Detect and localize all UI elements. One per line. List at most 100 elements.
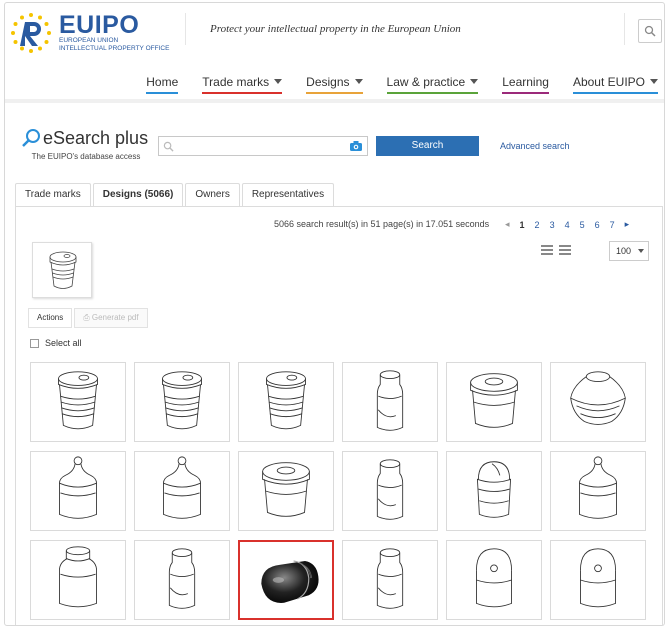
design-result-item[interactable] [30,362,126,442]
design-result-item[interactable] [30,451,126,531]
page-link[interactable]: 6 [595,220,600,230]
design-result-item[interactable] [550,451,646,531]
nav-item-label: About EUIPO [572,75,645,89]
brand-name: EUIPO [59,11,140,39]
design-result-item[interactable] [446,540,542,620]
page-link[interactable]: 4 [565,220,570,230]
search-button[interactable]: Search [376,136,479,156]
nav-underline [386,92,479,94]
tab-designs[interactable]: Designs (5066) [92,183,184,207]
esearch-logo: eSearch plus The EUIPO's database access [21,127,151,163]
design-result-item[interactable] [342,451,438,531]
select-all-label: Select all [45,338,82,348]
design-image [376,370,404,431]
nav-underline [202,92,283,94]
results-grid [30,362,646,620]
nav-item-about-euipo[interactable]: About EUIPO [572,75,658,94]
design-image [266,371,306,430]
design-image [580,548,616,608]
design-image [376,548,404,609]
results-info: 5066 search result(s) in 51 page(s) in 1… [274,219,490,229]
chevron-down-icon [354,79,363,84]
generate-pdf-label: Generate pdf [91,313,139,322]
pdf-icon: ⎙ [83,313,92,322]
tagline: Protect your intellectual property in th… [185,13,625,45]
brand-sub-2: INTELLECTUAL PROPERTY OFFICE [59,45,170,52]
search-icon [163,141,174,152]
page-link[interactable]: 5 [580,220,585,230]
design-result-item[interactable] [446,451,542,531]
next-page-icon[interactable]: ▸ [625,219,630,230]
design-image [476,548,512,608]
design-result-item[interactable] [238,451,334,531]
design-image [59,456,97,519]
esearch-input[interactable] [186,140,337,152]
select-all-checkbox[interactable] [30,338,39,348]
nav-item-law-practice[interactable]: Law & practice [386,75,479,94]
nav-item-designs[interactable]: Designs [306,75,363,94]
page-link[interactable]: 3 [550,220,555,230]
prev-page-icon[interactable]: ◂ [505,219,510,230]
esearch-input-box [158,136,368,156]
chevron-down-icon [274,79,283,84]
cup-lid-image [49,251,77,289]
design-result-item[interactable] [342,362,438,442]
esearch-subtitle: The EUIPO's database access [31,152,141,161]
design-result-item[interactable] [134,540,230,620]
design-result-item[interactable] [550,362,646,442]
tab-trade-marks[interactable]: Trade marks [15,183,91,207]
magnifier-icon [22,129,40,147]
generate-pdf-button[interactable]: ⎙ Generate pdf [74,308,148,328]
nav-item-label: Home [146,75,179,89]
nav-item-home[interactable]: Home [146,75,179,94]
chevron-down-icon [470,79,479,84]
nav-item-trade-marks[interactable]: Trade marks [202,75,283,94]
result-tabs: Trade marks Designs (5066) Owners Repres… [15,183,336,207]
actions-button[interactable]: Actions [28,308,73,328]
page-link[interactable]: 1 [520,220,525,230]
eu-stars-icon [9,11,53,55]
page-link[interactable]: 2 [535,220,540,230]
design-image [58,371,98,430]
design-result-item[interactable] [134,362,230,442]
design-image [570,371,626,425]
design-result-item[interactable] [342,540,438,620]
design-image [262,462,310,517]
header-search-button[interactable] [638,19,662,43]
chevron-down-icon [638,249,644,253]
design-image [163,456,201,519]
design-result-item[interactable] [550,540,646,620]
list-view-icon[interactable] [541,245,553,255]
camera-icon[interactable] [349,140,363,152]
per-page-select[interactable]: 100 [609,241,649,261]
selected-design-thumbnail[interactable] [32,242,92,298]
design-image [59,546,97,608]
tab-representatives[interactable]: Representatives [241,183,335,207]
view-switcher [541,245,571,485]
design-result-item[interactable] [238,362,334,442]
compact-list-view-icon[interactable] [559,245,571,255]
design-image [579,456,617,519]
nav-underline [306,92,363,94]
design-result-item[interactable] [30,540,126,620]
brand-sub-1: EUROPEAN UNION [59,37,119,44]
advanced-search-link[interactable]: Advanced search [500,141,570,151]
design-result-item[interactable] [446,362,542,442]
nav-item-learning[interactable]: Learning [502,75,549,94]
nav-underline [146,92,179,94]
design-image [162,371,202,430]
design-image [376,459,404,520]
chevron-down-icon [650,79,658,84]
design-result-item[interactable] [134,451,230,531]
euipo-logo[interactable]: EUIPO EUROPEAN UNION INTELLECTUAL PROPER… [9,11,169,55]
nav-item-label: Learning [502,75,549,89]
page-link[interactable]: 7 [610,220,615,230]
tab-owners[interactable]: Owners [185,183,240,207]
results-panel: 5066 search result(s) in 51 page(s) in 1… [15,206,663,625]
nav-item-label: Trade marks [202,75,270,89]
nav-underline [572,92,658,94]
select-all[interactable]: Select all [30,338,82,348]
nav-underline [502,92,549,94]
design-result-item[interactable] [238,540,334,620]
design-image [470,373,518,428]
